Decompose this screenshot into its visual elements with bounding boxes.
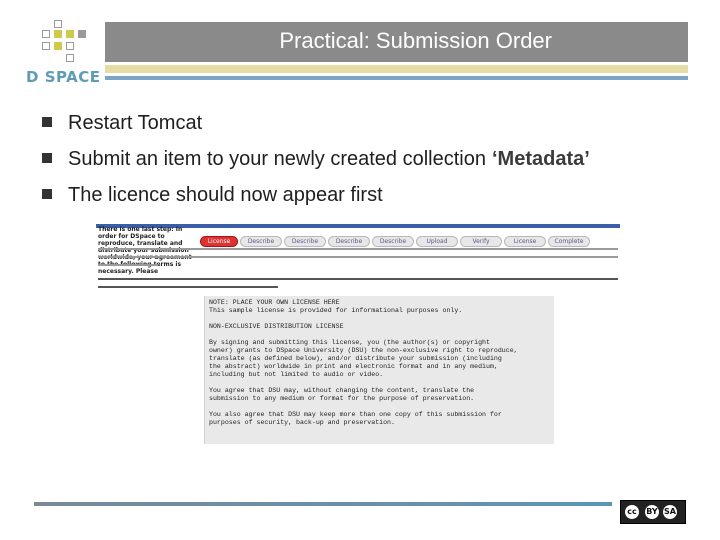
license-line bbox=[209, 331, 550, 339]
step-license-final[interactable]: License bbox=[504, 236, 546, 247]
step-describe[interactable]: Describe bbox=[328, 236, 370, 247]
license-line bbox=[209, 315, 550, 323]
license-line: including but not limited to audio or vi… bbox=[209, 371, 384, 378]
screenshot-instruction-lines bbox=[98, 248, 620, 272]
accent-stripe-yellow bbox=[105, 65, 688, 73]
dspace-logo-text: D SPACE bbox=[26, 68, 101, 86]
license-line: translate (as defined below), and/or dis… bbox=[209, 355, 502, 362]
bullet-marker bbox=[42, 189, 52, 199]
bullet-list: Restart Tomcat Submit an item to your ne… bbox=[42, 112, 702, 220]
step-verify[interactable]: Verify bbox=[460, 236, 502, 247]
creative-commons-badge[interactable]: cc BY SA bbox=[620, 500, 686, 524]
footer-divider bbox=[34, 502, 612, 506]
license-step-screenshot: There is one last step: In order for DSp… bbox=[96, 224, 620, 444]
license-line: You agree that DSU may, without changing… bbox=[209, 387, 475, 394]
license-line: submission to any medium or format for t… bbox=[209, 395, 475, 402]
bullet-item: The licence should now appear first bbox=[42, 184, 702, 220]
cc-icon: cc bbox=[623, 503, 641, 521]
license-line: purposes of security, back-up and preser… bbox=[209, 419, 395, 426]
accent-stripe-blue bbox=[105, 76, 688, 80]
bullet-marker bbox=[42, 153, 52, 163]
bullet-strong-text: ‘Metadata’ bbox=[491, 148, 590, 170]
bullet-item: Submit an item to your newly created col… bbox=[42, 148, 702, 184]
bullet-item: Restart Tomcat bbox=[42, 112, 702, 148]
bullet-text: Submit an item to your newly created col… bbox=[68, 148, 486, 170]
license-line: You also agree that DSU may keep more th… bbox=[209, 411, 502, 418]
license-line: NOTE: PLACE YOUR OWN LICENSE HERE bbox=[209, 299, 340, 306]
step-describe[interactable]: Describe bbox=[240, 236, 282, 247]
step-describe[interactable]: Describe bbox=[284, 236, 326, 247]
license-line: the abstract) worldwide in print and ele… bbox=[209, 363, 498, 370]
license-line bbox=[209, 379, 550, 387]
license-line: By signing and submitting this license, … bbox=[209, 339, 490, 346]
sa-icon: SA bbox=[663, 505, 677, 519]
step-describe[interactable]: Describe bbox=[372, 236, 414, 247]
bullet-text: The licence should now appear first bbox=[68, 184, 383, 206]
step-license[interactable]: License bbox=[200, 236, 238, 247]
screenshot-notice-lines bbox=[98, 278, 620, 294]
bullet-text: Restart Tomcat bbox=[68, 112, 203, 134]
license-text-box: NOTE: PLACE YOUR OWN LICENSE HERE This sa… bbox=[204, 296, 554, 444]
step-complete[interactable]: Complete bbox=[548, 236, 590, 247]
title-bar: Practical: Submission Order bbox=[105, 22, 688, 62]
bullet-marker bbox=[42, 117, 52, 127]
license-line: owner) grants to DSpace University (DSU)… bbox=[209, 347, 518, 354]
by-icon: BY bbox=[645, 505, 659, 519]
submission-progress-bar: License Describe Describe Describe Descr… bbox=[200, 236, 590, 248]
step-upload[interactable]: Upload bbox=[416, 236, 458, 247]
license-line: This sample license is provided for info… bbox=[209, 307, 463, 314]
license-line bbox=[209, 403, 550, 411]
page-title: Practical: Submission Order bbox=[279, 28, 552, 53]
license-line: NON-EXCLUSIVE DISTRIBUTION LICENSE bbox=[209, 323, 344, 330]
